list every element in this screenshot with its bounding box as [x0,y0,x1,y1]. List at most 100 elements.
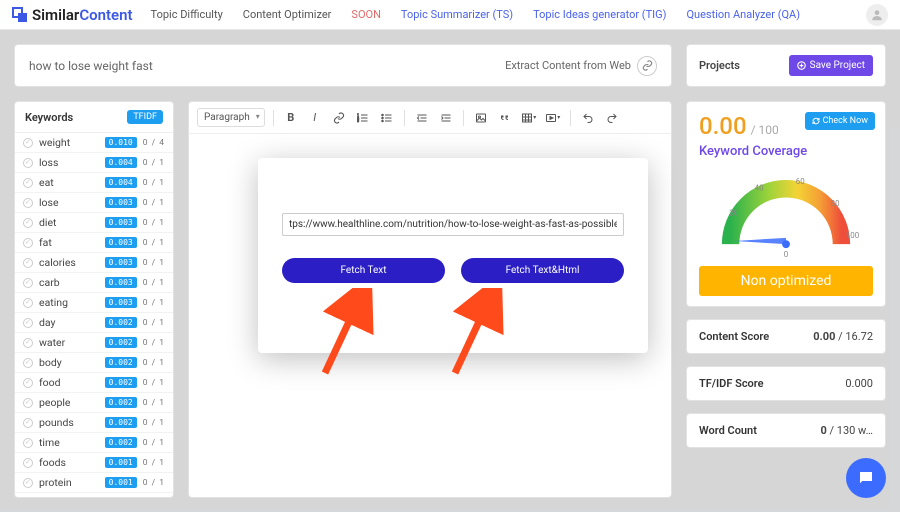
keyword-label: diet [39,216,99,229]
keyword-row[interactable]: protein0.0010 / 1 [15,473,173,493]
refresh-icon [812,117,820,125]
keyword-ratio: 0 / 1 [143,358,165,368]
save-project-button[interactable]: Save Project [789,55,873,76]
keyword-row[interactable]: sugar0.0010 / 1 [15,493,173,497]
ordered-list-icon[interactable]: 123 [354,109,372,127]
check-icon [23,258,33,268]
user-avatar[interactable] [866,4,888,26]
outdent-icon[interactable] [413,109,431,127]
keyword-row[interactable]: pounds0.0020 / 1 [15,413,173,433]
keyword-label: lose [39,196,99,209]
keyword-row[interactable]: body 0.002 0 / 1 [15,353,173,373]
italic-icon[interactable]: I [306,109,324,127]
check-icon [23,378,33,388]
keyword-label: calories [39,256,99,269]
keyword-score: 0.002 [105,357,137,368]
check-icon [23,438,33,448]
keyword-coverage-label: Keyword Coverage [699,144,807,159]
redo-icon[interactable] [603,109,621,127]
indent-icon[interactable] [437,109,455,127]
keyword-row[interactable]: fat0.0030 / 1 [15,233,173,253]
keyword-row[interactable]: food0.0020 / 1 [15,373,173,393]
keyword-score: 0.002 [105,317,137,328]
check-icon [23,358,33,368]
keyword-row[interactable]: carb 0.003 0 / 1 [15,273,173,293]
media-icon[interactable]: ▾ [544,109,562,127]
svg-text:80: 80 [831,199,840,208]
projects-panel: Projects Save Project [686,44,886,87]
extract-from-web[interactable]: Extract Content from Web [505,56,657,76]
nav-question-analyzer[interactable]: Question Analyzer (QA) [686,8,800,21]
fetch-text-button[interactable]: Fetch Text [282,258,445,283]
keyword-label: body [39,356,99,369]
chat-icon [857,469,875,487]
check-icon [23,478,33,488]
image-icon[interactable] [472,109,490,127]
keyword-score: 0.010 [105,137,137,148]
check-now-button[interactable]: Check Now [805,112,875,130]
svg-text:100: 100 [846,231,859,240]
svg-text:60: 60 [796,177,805,186]
keyword-score: 0.003 [105,277,137,288]
topic-input[interactable] [29,59,505,73]
keyword-row[interactable]: foods0.0010 / 1 [15,453,173,473]
table-icon[interactable]: ▾ [520,109,538,127]
keywords-list[interactable]: weight0.0100 / 4 loss 0.004 0 / 1 eat0.0040 … [15,133,173,497]
keyword-ratio: 0 / 1 [143,198,165,208]
keyword-ratio: 0 / 1 [143,278,165,288]
quote-icon[interactable] [496,109,514,127]
check-icon [23,278,33,288]
query-bar: Extract Content from Web [14,44,672,87]
fetch-url-input[interactable] [282,213,624,236]
keyword-row[interactable]: eating0.0030 / 1 [15,293,173,313]
keyword-ratio: 0 / 1 [143,298,165,308]
nav-topic-summarizer[interactable]: Topic Summarizer (TS) [401,8,513,21]
nav-topic-ideas-generator[interactable]: Topic Ideas generator (TIG) [533,8,666,21]
check-icon [23,338,33,348]
check-icon [23,158,33,168]
plus-circle-icon [797,61,806,70]
keyword-row[interactable]: time0.0020 / 1 [15,433,173,453]
nav-content-optimizer[interactable]: Content Optimizer [243,8,332,21]
link-tool-icon[interactable] [330,109,348,127]
keyword-score: 0.002 [105,437,137,448]
nav-topic-difficulty[interactable]: Topic Difficulty [151,8,223,21]
link-icon [637,56,657,76]
chat-launcher[interactable] [846,458,886,498]
keyword-row[interactable]: water0.0020 / 1 [15,333,173,353]
keyword-ratio: 0 / 1 [143,158,165,168]
keyword-score: 0.002 [105,337,137,348]
check-icon [23,318,33,328]
svg-text:20: 20 [729,209,738,218]
keyword-row[interactable]: diet0.0030 / 1 [15,213,173,233]
keyword-row[interactable]: day0.0020 / 1 [15,313,173,333]
check-icon [23,298,33,308]
bold-icon[interactable]: B [282,109,300,127]
undo-icon[interactable] [579,109,597,127]
keyword-label: food [39,376,99,389]
fetch-text-html-button[interactable]: Fetch Text&Html [461,258,624,283]
keyword-label: pounds [39,416,99,429]
keyword-row[interactable]: weight0.0100 / 4 [15,133,173,153]
keyword-row[interactable]: calories0.0030 / 1 [15,253,173,273]
keyword-ratio: 0 / 1 [143,338,165,348]
keyword-ratio: 0 / 1 [143,418,165,428]
keyword-score: 0.001 [105,457,137,468]
unordered-list-icon[interactable] [378,109,396,127]
projects-title: Projects [699,59,740,72]
keyword-score: 0.004 [105,157,137,168]
keyword-row[interactable]: people0.0020 / 1 [15,393,173,413]
keyword-row[interactable]: lose0.0030 / 1 [15,193,173,213]
keyword-label: eating [39,296,99,309]
check-icon [23,238,33,248]
tfidf-tag[interactable]: TFIDF [127,110,163,124]
check-icon [23,398,33,408]
keyword-row[interactable]: eat0.0040 / 1 [15,173,173,193]
keyword-label: loss [39,156,99,169]
keyword-label: carb [39,276,99,289]
keyword-score: 0.002 [105,377,137,388]
check-icon [23,418,33,428]
keyword-row[interactable]: loss 0.004 0 / 1 [15,153,173,173]
nav-soon: SOON [351,8,381,21]
paragraph-select[interactable]: Paragraph [197,108,265,127]
